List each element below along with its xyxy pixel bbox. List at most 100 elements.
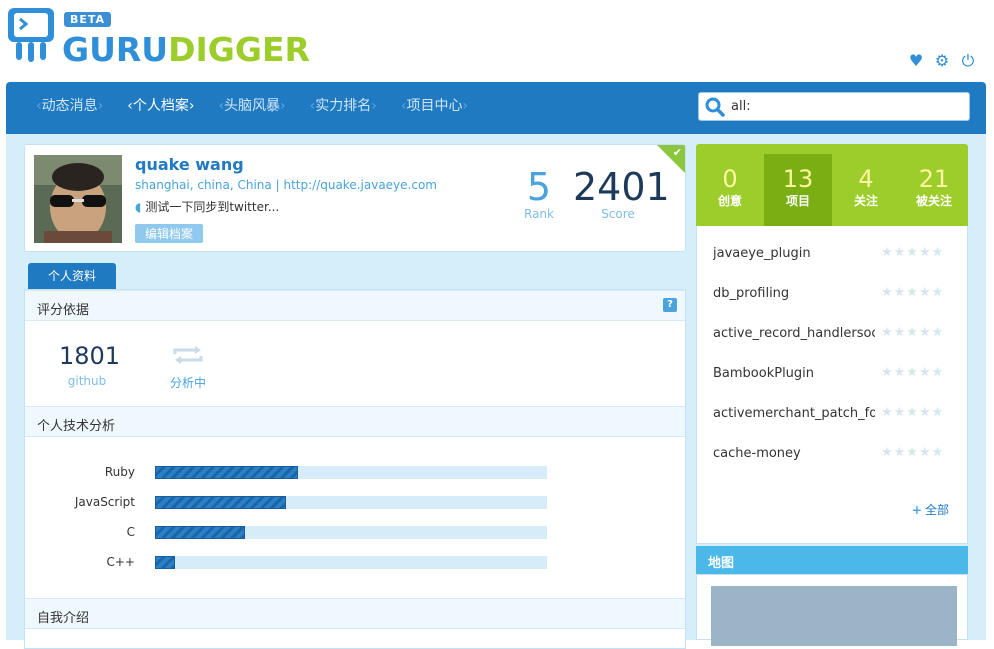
star-rating: ★★★★★ <box>881 405 945 420</box>
count-value: 13 <box>782 165 814 193</box>
profile-homepage-link[interactable]: http://quake.javaeye.com <box>283 178 437 192</box>
map-image[interactable] <box>711 586 957 646</box>
search-input[interactable]: all: <box>731 99 751 114</box>
skill-row: C <box>25 523 685 543</box>
count-ideas[interactable]: 0 创意 <box>696 154 764 226</box>
skill-name: Ruby <box>104 465 135 479</box>
count-label: 关注 <box>853 194 878 208</box>
skill-name: C <box>126 525 135 539</box>
skills-title: 个人技术分析 <box>37 419 116 434</box>
project-name-link[interactable]: javaeye_plugin <box>713 246 875 261</box>
nav-item-projects[interactable]: ‹项目中心› <box>389 96 480 116</box>
sync-icon <box>173 346 203 364</box>
score-stat: 2401 Score <box>573 165 670 221</box>
nav-item-brainstorm[interactable]: ‹头脑风暴› <box>206 96 297 116</box>
nav-item-ranking[interactable]: ‹实力排名› <box>298 96 389 116</box>
plus-icon: + <box>911 503 922 517</box>
list-item: cache-money ★★★★★ <box>713 444 963 464</box>
help-icon[interactable]: ? <box>663 298 677 312</box>
heart-icon[interactable]: ♥ <box>908 52 924 70</box>
project-name-link[interactable]: db_profiling <box>713 286 875 301</box>
count-value: 21 <box>918 165 950 193</box>
count-label: 项目 <box>785 194 810 208</box>
star-rating: ★★★★★ <box>881 365 945 380</box>
skill-bar-track <box>155 496 547 509</box>
top-icons: ♥ ⚙ ⏻ <box>908 52 976 70</box>
count-label: 创意 <box>717 194 742 208</box>
skill-bar-track <box>155 556 547 569</box>
score-label: Score <box>601 207 635 221</box>
skill-bar-fill <box>155 496 287 509</box>
location-separator: | <box>275 178 280 192</box>
power-icon[interactable]: ⏻ <box>960 52 976 70</box>
count-value: 4 <box>858 165 874 193</box>
list-item: active_record_handlersocket ★★★★★ <box>713 324 963 344</box>
profile-location: shanghai, china, China <box>135 178 272 192</box>
skill-row: JavaScript <box>25 493 685 513</box>
map-section-header: 地图 <box>696 546 968 574</box>
skill-row: C++ <box>25 553 685 573</box>
nav-item-news[interactable]: ‹动态消息› <box>24 96 115 116</box>
list-item: BambookPlugin ★★★★★ <box>713 364 963 384</box>
rating-title: 评分依据 <box>37 303 90 318</box>
count-followers[interactable]: 21 被关注 <box>900 154 968 226</box>
skill-row: Ruby <box>25 463 685 483</box>
map-title: 地图 <box>708 556 735 571</box>
skill-bar-fill <box>155 526 246 539</box>
tab-personal-info[interactable]: 个人资料 <box>28 263 116 289</box>
project-name-link[interactable]: active_record_handlersocket <box>713 326 875 341</box>
rank-stat: 5 Rank <box>521 167 557 221</box>
search-box[interactable]: all: <box>698 92 970 121</box>
project-list-panel: javaeye_plugin ★★★★★ db_profiling ★★★★★ … <box>696 226 968 544</box>
project-name-link[interactable]: BambookPlugin <box>713 366 875 381</box>
star-rating: ★★★★★ <box>881 285 945 300</box>
logo-part-digger: DIGGER <box>168 30 310 69</box>
profile-location-line: shanghai, china, China | http://quake.ja… <box>135 178 437 192</box>
skill-name: C++ <box>106 555 136 569</box>
logo-wordmark[interactable]: GURUDIGGER <box>62 30 310 69</box>
count-label: 被关注 <box>915 194 952 208</box>
skill-bar-fill <box>155 556 175 569</box>
list-item: activemerchant_patch_for ★★★★★ <box>713 404 963 424</box>
star-rating: ★★★★★ <box>881 245 945 260</box>
beta-badge: BETA <box>64 12 112 27</box>
gear-icon[interactable]: ⚙ <box>934 52 950 70</box>
count-following[interactable]: 4 关注 <box>832 154 900 226</box>
nav-items: ‹动态消息› ‹个人档案› ‹头脑风暴› ‹实力排名› ‹项目中心› <box>24 96 480 116</box>
skills-section-header: 个人技术分析 <box>25 406 685 437</box>
main-nav: ‹动态消息› ‹个人档案› ‹头脑风暴› ‹实力排名› ‹项目中心› all: <box>6 82 986 134</box>
project-name-link[interactable]: activemerchant_patch_for <box>713 406 875 421</box>
header: BETA GURUDIGGER ♥ ⚙ ⏻ <box>0 0 994 82</box>
profile-name[interactable]: quake wang <box>135 155 244 174</box>
project-name-link[interactable]: cache-money <box>713 446 875 461</box>
skill-bar-track <box>155 466 547 479</box>
list-item: javaeye_plugin ★★★★★ <box>713 244 963 264</box>
nav-item-profile[interactable]: ‹个人档案› <box>115 96 206 116</box>
profile-detail-panel: 评分依据 ? 1801 github 分析中 个人技术分析 Ruby JavaS… <box>24 289 686 649</box>
skill-bar-track <box>155 526 547 539</box>
star-rating: ★★★★★ <box>881 445 945 460</box>
rank-label: Rank <box>524 207 554 221</box>
star-rating: ★★★★★ <box>881 325 945 340</box>
list-item: db_profiling ★★★★★ <box>713 284 963 304</box>
profile-card: quake wang shanghai, china, China | http… <box>24 144 686 252</box>
intro-title: 自我介绍 <box>37 611 90 626</box>
analyzing-label: 分析中 <box>169 376 206 390</box>
view-all-link[interactable]: + 全部 <box>912 501 949 518</box>
count-value: 0 <box>722 165 738 193</box>
edit-profile-button[interactable]: 编辑档案 <box>135 224 204 243</box>
avatar[interactable] <box>34 155 122 243</box>
github-score: 1801 <box>59 342 121 370</box>
counts-bar: 0 创意 13 项目 4 关注 21 被关注 <box>696 144 968 226</box>
profile-status: ◖ 测试一下同步到twitter... <box>135 198 279 215</box>
view-all-label: 全部 <box>924 503 949 517</box>
skill-name: JavaScript <box>74 495 135 509</box>
github-label[interactable]: github <box>59 374 115 388</box>
status-text[interactable]: 测试一下同步到twitter... <box>145 200 279 214</box>
score-value: 2401 <box>573 165 670 209</box>
logo-part-guru: GURU <box>62 30 169 69</box>
count-projects[interactable]: 13 项目 <box>764 154 832 226</box>
check-icon: ✔ <box>672 146 682 159</box>
search-icon[interactable] <box>705 97 725 117</box>
logo-monitor-icon[interactable] <box>6 6 58 64</box>
